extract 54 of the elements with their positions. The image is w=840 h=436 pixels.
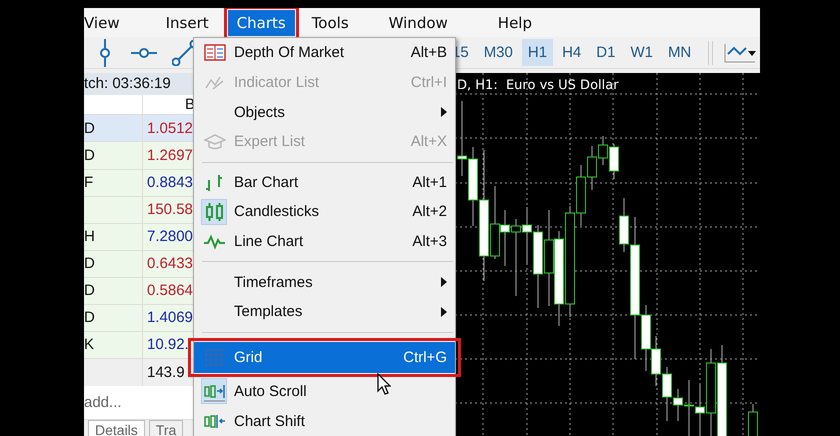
add-symbol-link[interactable]: add... (84, 394, 122, 411)
timeframe-button[interactable]: W1 (624, 39, 659, 66)
total-value: 143.9 (147, 364, 185, 381)
bid-price: 7.2800 (147, 228, 193, 246)
bid-price: 0.6433 (147, 255, 193, 272)
bid-price: 1.0512 (147, 120, 193, 137)
menu-item[interactable]: Chart Shift (194, 406, 455, 436)
menu-item[interactable]: Window (380, 10, 457, 36)
menu-item[interactable]: Charts (228, 10, 295, 36)
menu-item[interactable]: Timeframes (194, 267, 455, 298)
timeframe-button[interactable]: M30 (478, 39, 519, 66)
menu-item[interactable]: Templates (194, 297, 455, 327)
symbol-cell: D (84, 255, 95, 272)
horizontal-line-icon (131, 46, 157, 58)
submenu-arrow-icon (441, 107, 447, 118)
candlestick (609, 144, 619, 180)
symbol-cell: D (84, 147, 95, 164)
symbol-cell: D (84, 120, 95, 137)
menu-item[interactable]: View (84, 10, 129, 36)
timeframe-button[interactable]: MN (662, 39, 698, 66)
menu-item[interactable]: Depth Of Market Alt+B (194, 38, 455, 68)
chart-title: D, H1: Euro vs US Dollar (457, 78, 619, 93)
menu-item[interactable]: Insert (156, 10, 218, 36)
submenu-arrow-icon (441, 277, 447, 288)
menu-item[interactable]: Objects (194, 97, 455, 127)
bid-price: 0.5864 (147, 282, 193, 300)
candlestick (651, 336, 661, 386)
timeframe-button[interactable]: H1 (522, 39, 554, 66)
candlestick (522, 206, 532, 266)
symbol-cell: H (84, 228, 95, 246)
timeframe-button[interactable]: D1 (590, 39, 622, 66)
bid-price: 10.92. (147, 336, 189, 354)
menu-item[interactable]: Tools (302, 10, 358, 36)
line-chart-icon (723, 42, 758, 64)
cursor-icon (377, 373, 391, 395)
symbol-cell: F (84, 174, 94, 192)
symbol-cell: D (84, 282, 95, 300)
bid-price: 150.58 (147, 201, 193, 218)
tab[interactable]: Details (88, 420, 145, 436)
submenu-arrow-icon (441, 306, 447, 317)
bid-price: 1.4069 (147, 309, 193, 326)
timeframe-button[interactable]: H4 (556, 39, 588, 66)
menu-item[interactable]: Bar Chart Alt+1 (194, 168, 455, 198)
tab[interactable]: Tra (148, 420, 184, 436)
menu-item[interactable]: Auto Scroll (194, 376, 455, 406)
bid-price: 0.8843 (147, 174, 193, 192)
menu-item[interactable]: Candlesticks Alt+2 (194, 197, 455, 227)
menu-item[interactable]: Help (488, 10, 541, 36)
symbol-cell: K (84, 336, 94, 354)
bid-price: 1.2697 (147, 147, 193, 164)
candlestick (500, 210, 510, 266)
menu-item[interactable]: Grid Ctrl+G (194, 342, 455, 373)
symbol-cell: D (84, 309, 95, 326)
menu-item[interactable]: Line Chart Alt+3 (194, 226, 455, 256)
